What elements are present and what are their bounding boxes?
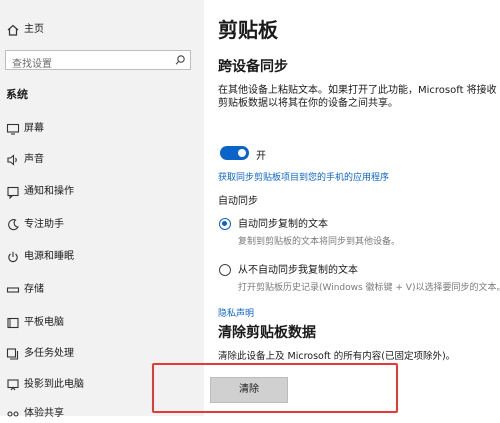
- notification-icon: [7, 186, 19, 199]
- privacy-statement-link[interactable]: 隐私声明: [218, 306, 254, 319]
- sidebar-item-power[interactable]: 电源和睡眠: [0, 248, 204, 266]
- sidebar-item-storage[interactable]: 存储: [0, 281, 204, 299]
- sidebar-item-label: 平板电脑: [24, 317, 64, 328]
- project-icon: [7, 379, 19, 391]
- sidebar: 主页 查找设置 系统 屏幕 声音 通知和操作 专注助手 电源和睡眠 存储 平板电…: [0, 0, 204, 419]
- sidebar-item-label: 通知和操作: [24, 186, 74, 197]
- sidebar-item-label: 专注助手: [24, 219, 64, 230]
- home-label: 主页: [24, 24, 44, 35]
- storage-icon: [6, 287, 20, 293]
- search-placeholder: 查找设置: [12, 59, 52, 70]
- toggle-state-label: 开: [256, 151, 266, 162]
- speaker-icon: [7, 154, 17, 166]
- auto-sync-radio[interactable]: [219, 218, 231, 230]
- sidebar-item-notifications[interactable]: 通知和操作: [0, 183, 204, 201]
- sidebar-item-label: 体验共享: [24, 408, 64, 419]
- tablet-icon: [7, 317, 19, 329]
- clear-button[interactable]: 清除: [210, 377, 288, 403]
- sync-description: 在其他设备上粘贴文本。如果打开了此功能，Microsoft 将接收剪贴板数据以将…: [218, 85, 497, 109]
- clear-description: 清除此设备上及 Microsoft 的所有内容(已固定项除外)。: [218, 351, 456, 362]
- auto-sync-label: 自动同步: [218, 196, 258, 207]
- sidebar-item-label: 电源和睡眠: [24, 251, 74, 262]
- search-icon[interactable]: [174, 54, 186, 66]
- sidebar-item-label: 多任务处理: [24, 348, 74, 359]
- clipboard-settings-panel: 剪贴板 跨设备同步 在其他设备上粘贴文本。如果打开了此功能，Microsoft …: [152, 0, 500, 416]
- home-icon: [7, 24, 19, 36]
- moon-icon: [8, 219, 19, 231]
- home-nav-item[interactable]: 主页: [0, 20, 204, 38]
- sidebar-item-multitasking[interactable]: 多任务处理: [0, 345, 204, 363]
- sidebar-item-sound[interactable]: 声音: [0, 151, 204, 169]
- share-icon: [7, 411, 19, 417]
- sync-toggle[interactable]: [220, 146, 249, 160]
- sync-heading: 跨设备同步: [218, 59, 288, 75]
- sidebar-item-label: 声音: [24, 154, 44, 165]
- sidebar-section-title: 系统: [6, 88, 28, 101]
- sidebar-item-label: 存储: [24, 284, 44, 295]
- never-sync-option-desc: 打开剪贴板历史记录(Windows 徽标键 + V)以选择要同步的文本。: [238, 283, 500, 293]
- never-sync-radio[interactable]: [219, 264, 231, 276]
- settings-search-box[interactable]: 查找设置: [5, 50, 191, 70]
- never-sync-option-label: 从不自动同步我复制的文本: [238, 265, 358, 276]
- sidebar-item-label: 屏幕: [24, 123, 44, 134]
- multitask-icon: [6, 348, 19, 360]
- power-icon: [8, 251, 18, 263]
- sidebar-item-screen[interactable]: 屏幕: [0, 120, 204, 138]
- auto-sync-option-desc: 复制到剪贴板的文本将同步到其他设备。: [238, 237, 401, 247]
- auto-sync-option-label: 自动同步复制的文本: [238, 219, 328, 230]
- sidebar-item-label: 投影到此电脑: [24, 379, 84, 390]
- sidebar-item-tablet[interactable]: 平板电脑: [0, 314, 204, 332]
- monitor-icon: [6, 123, 20, 135]
- clear-heading: 清除剪贴板数据: [218, 325, 316, 341]
- page-title: 剪贴板: [218, 18, 278, 42]
- sidebar-item-focus-assist[interactable]: 专注助手: [0, 216, 204, 234]
- get-phone-app-link[interactable]: 获取同步剪贴板项目到您的手机的应用程序: [218, 170, 389, 183]
